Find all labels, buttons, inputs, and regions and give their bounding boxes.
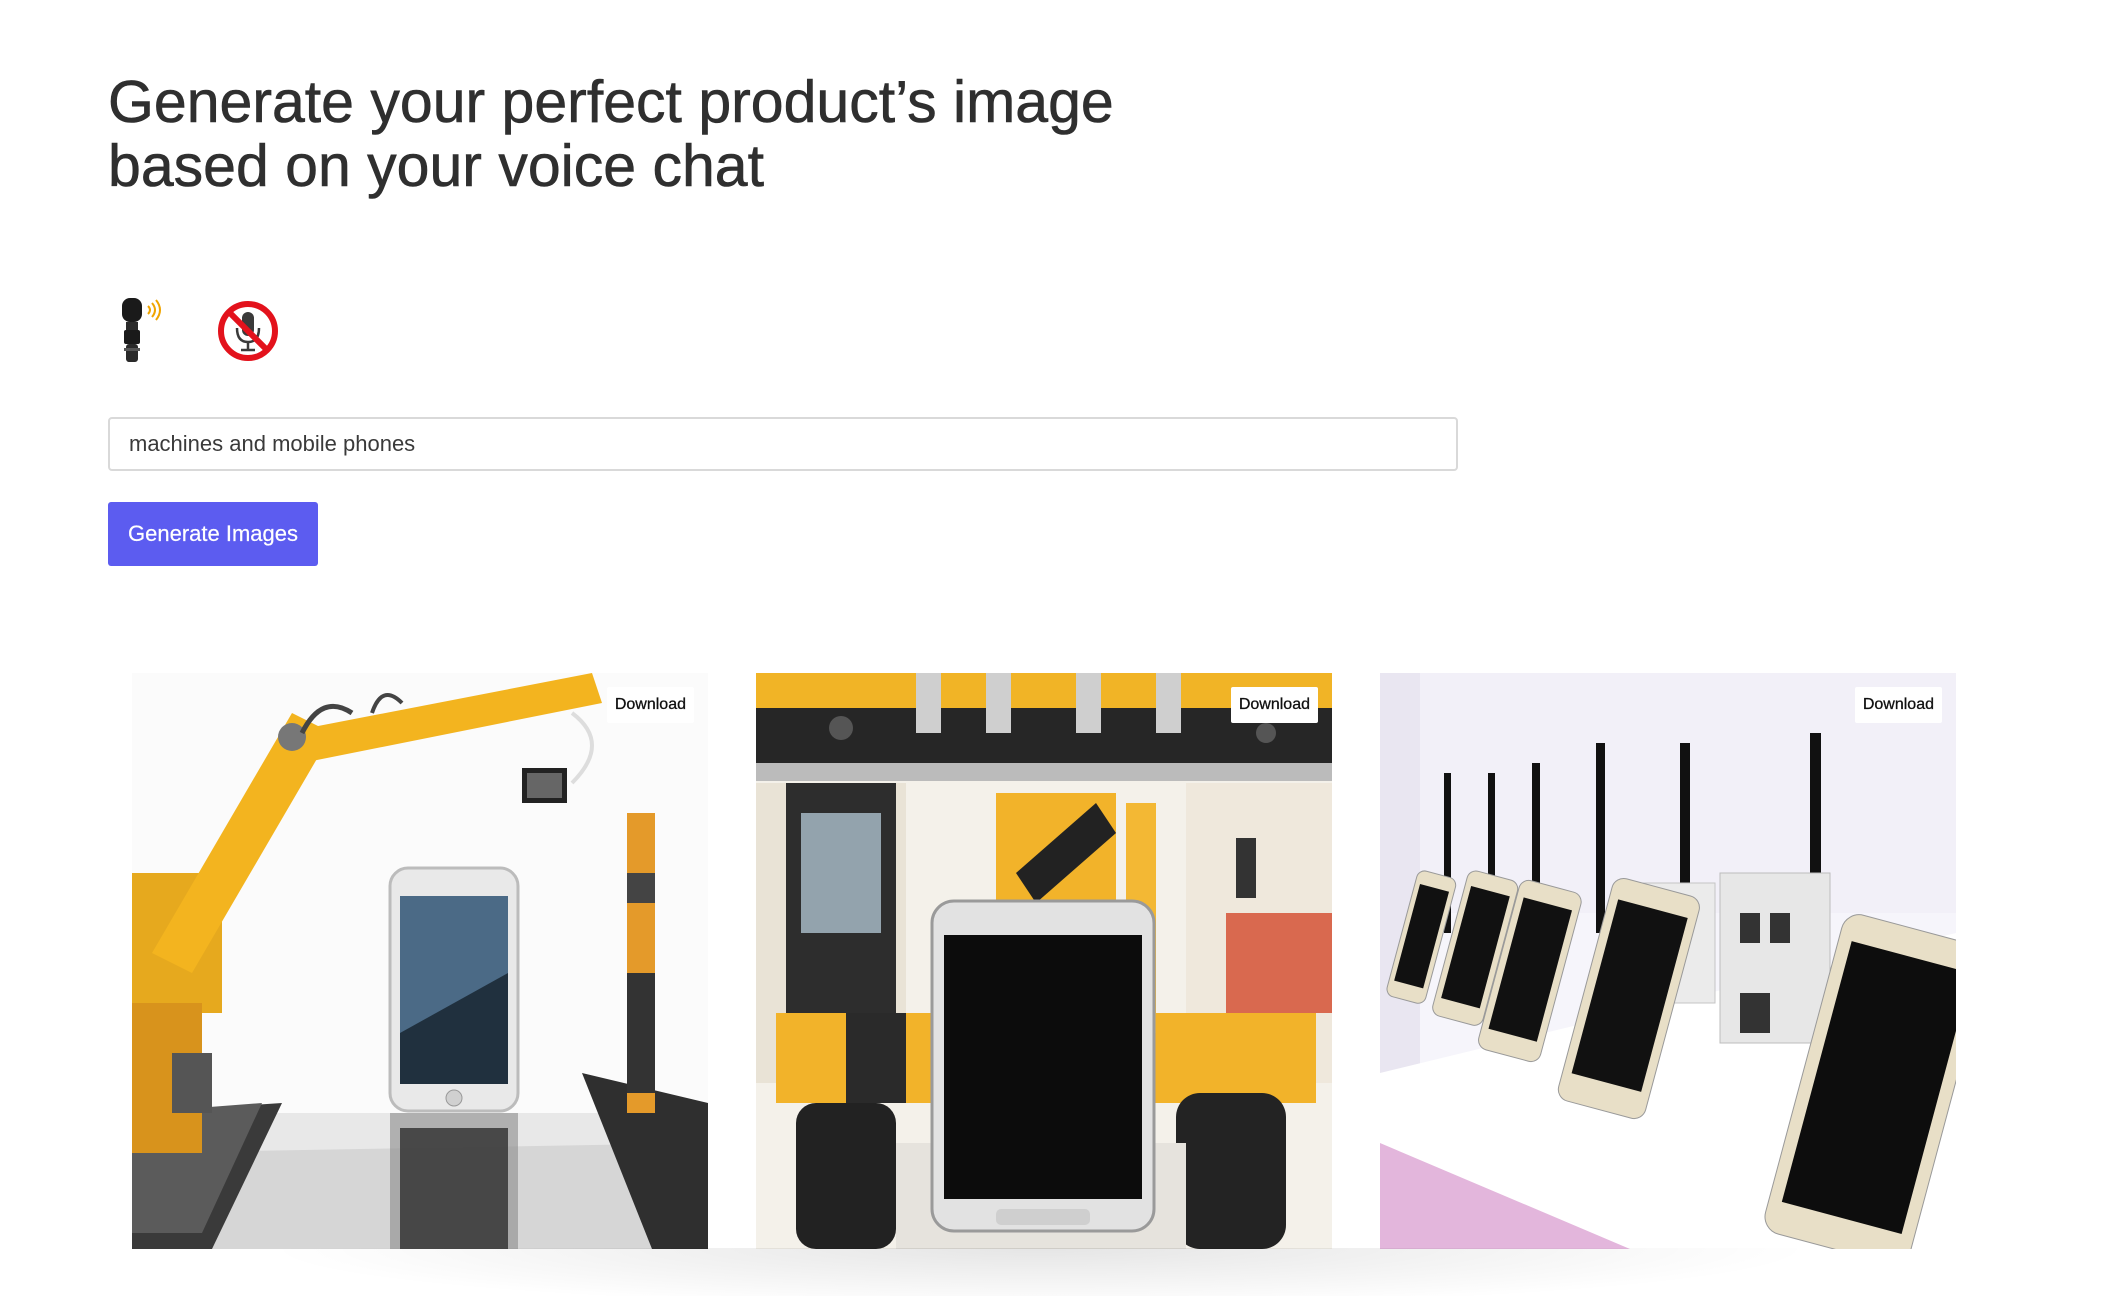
microphone-muted-icon bbox=[218, 301, 278, 361]
voice-controls bbox=[108, 296, 280, 366]
prompt-input[interactable] bbox=[108, 417, 1458, 471]
generated-image bbox=[756, 673, 1332, 1249]
page-title-line-2: based on your voice chat bbox=[108, 133, 765, 199]
generated-image-card: Download bbox=[132, 673, 708, 1249]
generated-image-card: Download bbox=[756, 673, 1332, 1249]
download-button[interactable]: Download bbox=[1230, 687, 1318, 723]
page-title: Generate your perfect product’s image ba… bbox=[108, 69, 1208, 199]
generated-image bbox=[1380, 673, 1956, 1249]
microphone-icon bbox=[122, 298, 161, 362]
start-recording-button[interactable] bbox=[108, 296, 172, 366]
download-button[interactable]: Download bbox=[1854, 687, 1942, 723]
generated-image bbox=[132, 673, 708, 1249]
stop-recording-button[interactable] bbox=[216, 296, 280, 366]
page-title-line-1: Generate your perfect product’s image bbox=[108, 69, 1114, 135]
download-button[interactable]: Download bbox=[606, 687, 694, 723]
image-gallery: Download Download Download bbox=[132, 673, 1958, 1249]
generated-image-card: Download bbox=[1380, 673, 1956, 1249]
bottom-shadow bbox=[260, 1248, 1820, 1296]
generate-images-button[interactable]: Generate Images bbox=[108, 502, 318, 566]
app-page: Generate your perfect product’s image ba… bbox=[0, 0, 2120, 1296]
